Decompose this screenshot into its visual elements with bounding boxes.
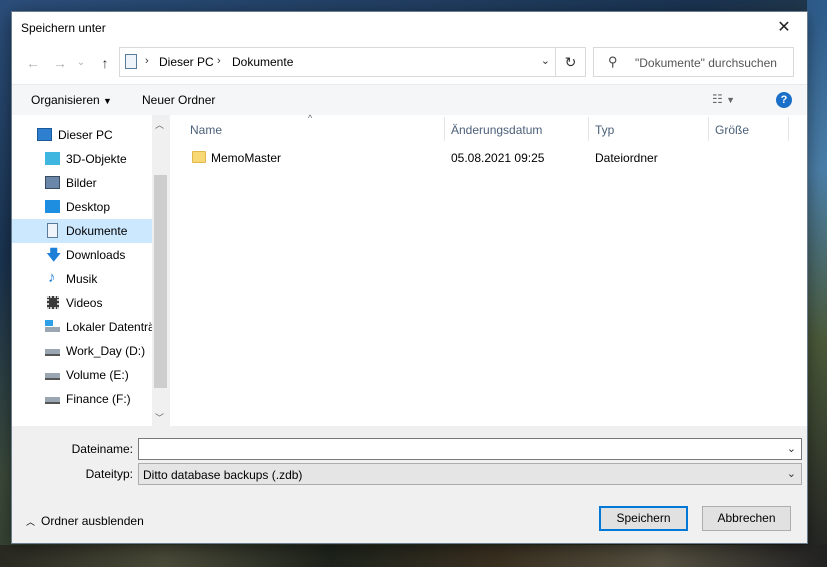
column-header-modified[interactable]: Änderungsdatum [451, 123, 542, 137]
sidebar-item-downloads[interactable]: 🡇 Downloads [12, 243, 152, 267]
chevron-down-icon[interactable]: ﹀ [155, 411, 164, 424]
hide-folders-button[interactable]: ︿ Ordner ausblenden [26, 514, 144, 528]
sidebar-item-dieser-pc[interactable]: Dieser PC [12, 123, 152, 147]
file-list: ^ Name Änderungsdatum Typ Größe MemoMast… [170, 113, 807, 426]
sidebar-item-label: Downloads [66, 248, 126, 262]
filetype-value: Ditto database backups (.zdb) [143, 468, 303, 482]
search-icon: ⚲ [608, 54, 618, 69]
column-separator[interactable] [588, 117, 589, 141]
recent-locations-icon[interactable]: ⌄ [74, 52, 88, 74]
chevron-down-icon[interactable]: ⌄ [541, 54, 550, 67]
desktop-edge-right [807, 0, 827, 567]
address-bar[interactable]: › Dieser PC › Dokumente ⌄ [119, 47, 556, 77]
navigation-pane: Dieser PC 3D-Objekte Bilder Desktop Doku… [12, 115, 170, 426]
sidebar-item-label: Videos [66, 296, 103, 310]
navigation-pane-scrollbar[interactable]: ︿ ﹀ [152, 115, 169, 426]
sidebar-item-label: 3D-Objekte [66, 152, 127, 166]
windows-logo-icon [45, 320, 53, 326]
desktop-icon [45, 200, 60, 213]
up-arrow-icon[interactable]: ↑ [94, 52, 116, 74]
sidebar-item-lokaler-datentraeger[interactable]: Lokaler Datenträ [12, 315, 155, 339]
scrollbar-thumb[interactable] [154, 175, 167, 388]
back-arrow-icon[interactable]: ← [22, 52, 44, 74]
organize-label: Organisieren [31, 93, 100, 107]
file-type: Dateiordner [595, 151, 658, 165]
view-options-icon[interactable]: ☷ ▼ [712, 92, 735, 106]
documents-icon [125, 54, 137, 69]
cancel-button[interactable]: Abbrechen [702, 506, 791, 531]
drive-icon [45, 397, 60, 404]
save-button[interactable]: Speichern [599, 506, 688, 531]
music-icon: ♪ [48, 269, 56, 286]
sidebar-item-3d-objekte[interactable]: 3D-Objekte [12, 147, 152, 171]
column-header-type[interactable]: Typ [595, 123, 614, 137]
sidebar-item-work-day[interactable]: Work_Day (D:) [12, 339, 152, 363]
breadcrumb-chevron-icon[interactable]: › [217, 55, 221, 67]
download-icon: 🡇 [46, 247, 62, 264]
sidebar-item-musik[interactable]: ♪ Musik [12, 267, 152, 291]
drive-icon [45, 349, 60, 356]
file-modified: 05.08.2021 09:25 [451, 151, 545, 165]
sort-ascending-icon: ^ [308, 113, 313, 123]
sidebar-item-bilder[interactable]: Bilder [12, 171, 152, 195]
chevron-down-icon[interactable]: ⌄ [787, 442, 796, 455]
column-header-size[interactable]: Größe [715, 123, 749, 137]
drive-icon [45, 373, 60, 380]
computer-icon [37, 128, 52, 141]
filename-field[interactable]: ⌄ [138, 438, 802, 460]
save-options-panel: Dateiname: ⌄ Dateityp: Ditto database ba… [12, 426, 807, 543]
sidebar-item-label: Dieser PC [58, 128, 113, 142]
organize-button[interactable]: Organisieren ▼ [31, 93, 112, 107]
close-icon[interactable]: ✕ [761, 12, 807, 43]
title-bar: Speichern unter ✕ [12, 12, 807, 43]
help-icon[interactable]: ? [776, 92, 792, 108]
video-icon [47, 296, 59, 309]
sidebar-item-desktop[interactable]: Desktop [12, 195, 152, 219]
search-placeholder: "Dokumente" durchsuchen [635, 56, 777, 70]
command-toolbar: Organisieren ▼ Neuer Ordner ☷ ▼ ? [12, 84, 807, 115]
pictures-icon [45, 176, 60, 189]
cube-icon [45, 152, 60, 165]
sidebar-item-label: Lokaler Datenträ [66, 320, 155, 334]
sidebar-item-label: Musik [66, 272, 98, 286]
sidebar-item-videos[interactable]: Videos [12, 291, 152, 315]
column-separator[interactable] [444, 117, 445, 141]
sidebar-item-finance[interactable]: Finance (F:) [12, 387, 152, 411]
forward-arrow-icon[interactable]: → [49, 52, 71, 74]
column-header-name[interactable]: Name [190, 123, 222, 137]
filetype-select[interactable]: Ditto database backups (.zdb) ⌄ [138, 463, 802, 485]
sidebar-item-dokumente[interactable]: Dokumente [12, 219, 152, 243]
chevron-up-icon: ︿ [26, 517, 36, 527]
file-name: MemoMaster [211, 151, 282, 165]
breadcrumb-dieser-pc[interactable]: Dieser PC [159, 55, 214, 69]
documents-icon [47, 223, 58, 238]
sidebar-item-label: Bilder [66, 176, 97, 190]
search-input[interactable]: ⚲ "Dokumente" durchsuchen [593, 47, 794, 77]
folder-icon [192, 151, 206, 163]
refresh-icon[interactable]: ↻ [556, 47, 586, 77]
sidebar-item-label: Finance (F:) [66, 392, 131, 406]
new-folder-button[interactable]: Neuer Ordner [142, 93, 215, 107]
desktop-edge-bottom [0, 545, 827, 567]
save-as-dialog: Speichern unter ✕ ← → ⌄ ↑ › Dieser PC › … [12, 12, 807, 543]
breadcrumb-chevron-icon[interactable]: › [145, 55, 149, 67]
sidebar-item-label: Dokumente [66, 224, 128, 238]
window-title: Speichern unter [21, 21, 106, 35]
sidebar-item-label: Volume (E:) [66, 368, 129, 382]
sidebar-item-label: Work_Day (D:) [66, 344, 146, 358]
filetype-label: Dateityp: [85, 467, 133, 481]
local-drive-icon [45, 327, 60, 332]
sidebar-item-volume[interactable]: Volume (E:) [12, 363, 152, 387]
navigation-bar: ← → ⌄ ↑ › Dieser PC › Dokumente ⌄ ↻ ⚲ "D… [12, 43, 807, 83]
chevron-down-icon: ▼ [103, 96, 112, 106]
column-separator[interactable] [788, 117, 789, 141]
filename-label: Dateiname: [71, 442, 133, 456]
chevron-down-icon: ⌄ [786, 468, 796, 480]
breadcrumb-dokumente[interactable]: Dokumente [232, 55, 293, 69]
chevron-up-icon[interactable]: ︿ [155, 118, 164, 131]
hide-folders-label: Ordner ausblenden [41, 514, 144, 528]
sidebar-item-label: Desktop [66, 200, 111, 214]
column-separator[interactable] [708, 117, 709, 141]
table-row[interactable]: MemoMaster 05.08.2021 09:25 Dateiordner [170, 147, 790, 169]
